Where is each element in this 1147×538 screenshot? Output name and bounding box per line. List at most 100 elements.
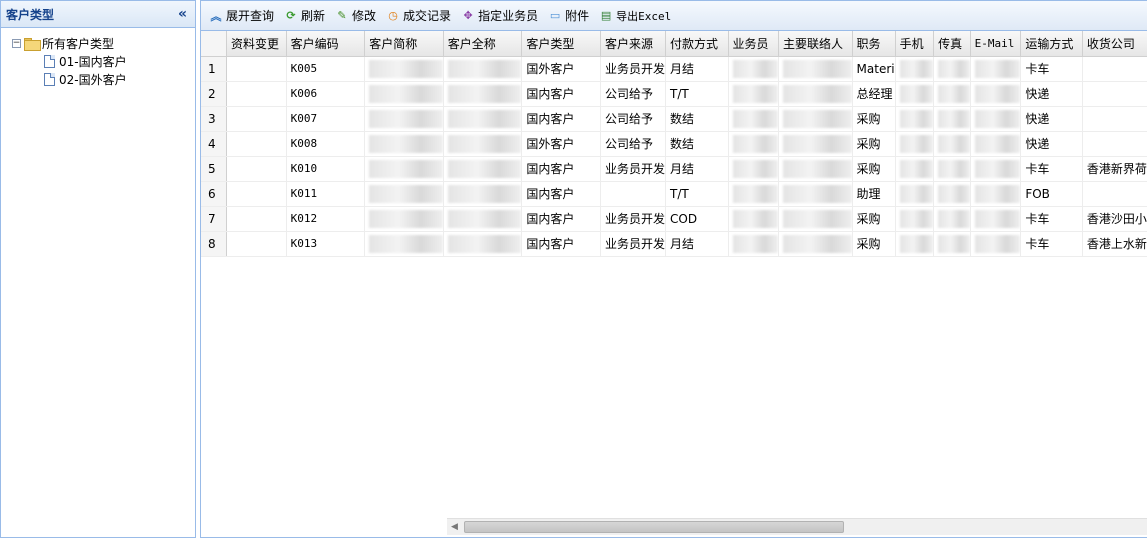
cell-pay: 月结 xyxy=(665,231,729,257)
table-row[interactable]: 8 K013 国内客户 业务员开发 月结 采购 卡车 香港上水新 xyxy=(201,231,1147,257)
cell-type: 国内客户 xyxy=(521,231,602,257)
redacted-cell xyxy=(933,81,971,107)
excel-export-icon: ▤ xyxy=(600,9,612,22)
redacted-cell xyxy=(933,231,971,257)
cell-code: K011 xyxy=(286,181,366,207)
cell-n: 2 xyxy=(201,81,227,107)
toolbar: ︽ 展开查询 ⟳ 刷新 ✎ 修改 ◷ 成交记录 ✥ 指定业务员 ▭ 附件 ▤ 导… xyxy=(201,1,1147,31)
redacted-value xyxy=(447,234,521,253)
column-header[interactable]: 传真 xyxy=(933,31,971,57)
edit-label: 修改 xyxy=(352,9,377,23)
redacted-cell xyxy=(443,206,523,232)
cell-source: 业务员开发 xyxy=(600,56,667,82)
redacted-value xyxy=(974,109,1020,128)
redacted-cell xyxy=(778,181,853,207)
redacted-value xyxy=(938,159,970,178)
deal-records-button[interactable]: ◷ 成交记录 xyxy=(386,7,451,24)
redacted-cell xyxy=(895,181,935,207)
redacted-value xyxy=(732,84,778,103)
attachment-label: 附件 xyxy=(565,9,590,23)
redacted-cell xyxy=(364,106,444,132)
refresh-label: 刷新 xyxy=(301,9,326,23)
redacted-cell xyxy=(778,231,853,257)
table-row[interactable]: 3 K007 国内客户 公司给予 数结 采购 快递 xyxy=(201,106,1147,132)
redacted-value xyxy=(783,109,852,128)
table-row[interactable]: 2 K006 国内客户 公司给予 T/T 总经理 快递 xyxy=(201,81,1147,107)
tree-node-foreign[interactable]: 02-国外客户 xyxy=(1,70,195,88)
table-row[interactable]: 4 K008 国外客户 公司给予 数结 采购 快递 xyxy=(201,131,1147,157)
clock-icon: ◷ xyxy=(388,9,398,22)
column-header[interactable]: 客户全称 xyxy=(443,31,523,57)
column-header[interactable]: 职务 xyxy=(852,31,896,57)
column-header[interactable]: 客户类型 xyxy=(521,31,602,57)
redacted-cell xyxy=(728,181,780,207)
edit-button[interactable]: ✎ 修改 xyxy=(335,7,376,24)
redacted-cell xyxy=(778,206,853,232)
cell-source: 公司给予 xyxy=(600,131,667,157)
redacted-value xyxy=(974,59,1020,78)
cell-code: K007 xyxy=(286,106,366,132)
column-header[interactable]: 收货公司 xyxy=(1082,31,1147,57)
redacted-value xyxy=(447,159,521,178)
cell-source: 公司给予 xyxy=(600,81,667,107)
column-header[interactable]: 客户编码 xyxy=(286,31,366,57)
redacted-cell xyxy=(443,106,523,132)
redacted-cell xyxy=(728,56,780,82)
expand-query-button[interactable]: ︽ 展开查询 xyxy=(209,7,275,24)
redacted-cell xyxy=(933,181,971,207)
column-header[interactable]: 手机 xyxy=(895,31,935,57)
redacted-value xyxy=(938,209,970,228)
redacted-cell xyxy=(895,206,935,232)
table-row[interactable]: 1 K005 国外客户 业务员开发 月结 Materi 卡车 xyxy=(201,56,1147,82)
cell-source: 业务员开发 xyxy=(600,231,667,257)
redacted-cell xyxy=(728,81,780,107)
redacted-value xyxy=(732,184,778,203)
column-header[interactable]: 业务员 xyxy=(728,31,780,57)
tree-node-domestic[interactable]: 01-国内客户 xyxy=(1,52,195,70)
column-header[interactable]: 资料变更 xyxy=(226,31,287,57)
cell-pay: 月结 xyxy=(665,156,729,182)
redacted-value xyxy=(447,84,521,103)
column-header[interactable]: 客户简称 xyxy=(364,31,444,57)
redacted-value xyxy=(899,209,933,228)
tree-collapse-icon[interactable]: − xyxy=(12,38,21,48)
folder-icon xyxy=(24,37,41,51)
redacted-value xyxy=(938,84,970,103)
cell-empty xyxy=(226,206,287,232)
horizontal-scrollbar[interactable]: ◀ xyxy=(447,518,1147,535)
table-row[interactable]: 7 K012 国内客户 业务员开发 COD 采购 卡车 香港沙田小 xyxy=(201,206,1147,232)
cell-title: 采购 xyxy=(852,206,896,232)
column-header[interactable]: 主要联络人 xyxy=(778,31,853,57)
redacted-value xyxy=(732,134,778,153)
redacted-value xyxy=(369,134,443,153)
refresh-button[interactable]: ⟳ 刷新 xyxy=(284,7,325,24)
cell-ship: 快递 xyxy=(1020,131,1083,157)
scroll-left-icon[interactable]: ◀ xyxy=(451,522,458,532)
table-row[interactable]: 5 K010 国内客户 业务员开发 月结 采购 卡车 香港新界荷 xyxy=(201,156,1147,182)
export-excel-button[interactable]: ▤ 导出Excel xyxy=(599,8,671,24)
redacted-value xyxy=(732,59,778,78)
collapse-icon[interactable]: « xyxy=(178,6,187,22)
tree-node-root[interactable]: − 所有客户类型 xyxy=(1,34,195,52)
redacted-cell xyxy=(778,106,853,132)
redacted-value xyxy=(447,109,521,128)
cell-ship: 卡车 xyxy=(1020,156,1083,182)
tree-node-label: 所有客户类型 xyxy=(42,36,115,51)
redacted-value xyxy=(369,84,443,103)
assign-salesperson-button[interactable]: ✥ 指定业务员 xyxy=(461,7,538,24)
document-icon xyxy=(44,72,55,86)
column-header[interactable]: 运输方式 xyxy=(1020,31,1083,57)
column-header[interactable]: 付款方式 xyxy=(665,31,729,57)
column-header[interactable]: E-Mail xyxy=(970,31,1022,57)
redacted-value xyxy=(783,159,852,178)
cell-recv: 香港沙田小 xyxy=(1082,206,1147,232)
redacted-value xyxy=(899,234,933,253)
scrollbar-thumb[interactable] xyxy=(464,521,844,533)
move-arrows-icon: ✥ xyxy=(463,9,473,22)
table-row[interactable]: 6 K011 国内客户 T/T 助理 FOB xyxy=(201,181,1147,207)
attachment-button[interactable]: ▭ 附件 xyxy=(548,7,589,24)
redacted-cell xyxy=(895,131,935,157)
column-header[interactable]: 客户来源 xyxy=(600,31,667,57)
cell-pay: 数结 xyxy=(665,131,729,157)
cell-source: 业务员开发 xyxy=(600,206,667,232)
